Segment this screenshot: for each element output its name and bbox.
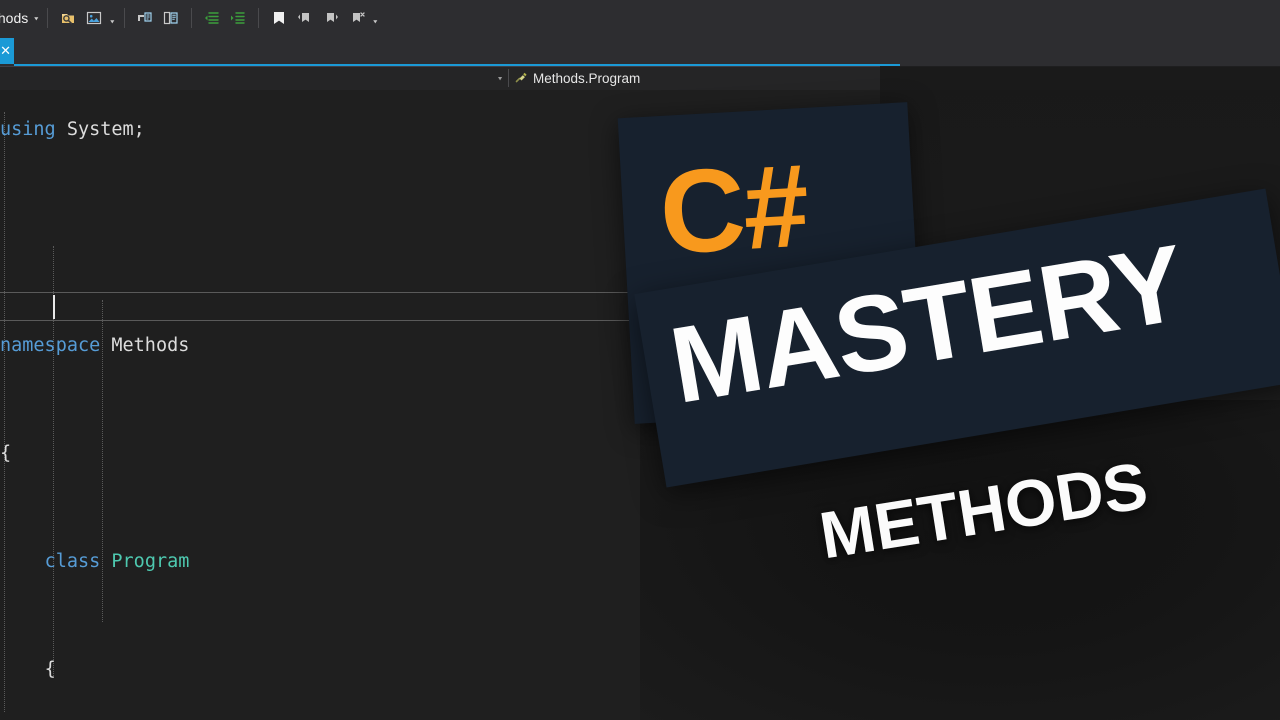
uncomment-icon[interactable] (158, 5, 184, 31)
kw-class: class (44, 551, 101, 572)
prev-bookmark-icon[interactable] (292, 5, 318, 31)
project-scope-combo[interactable]: thods ▾ (0, 10, 40, 26)
punc-brace-open-ns: { (0, 443, 12, 464)
code-line-2-blank (0, 224, 713, 251)
navbar-type-dropdown-caret-icon[interactable]: ▾ (498, 74, 502, 82)
find-in-files-icon[interactable] (55, 5, 81, 31)
tab-active-program-cs[interactable]: ✕ (0, 38, 14, 64)
toolbar-overflow-caret-icon[interactable]: ▾ (370, 8, 380, 29)
code-line-4: { (0, 440, 713, 467)
bookmark-icon[interactable] (266, 5, 292, 31)
text-editor-toolbar: thods ▾ ▾ (0, 0, 1280, 36)
id-class-name: Program (111, 551, 190, 572)
increase-indent-icon[interactable] (225, 5, 251, 31)
tab-close-icon[interactable]: ✕ (0, 43, 11, 59)
navbar-scope-label: Methods.Program (533, 70, 641, 86)
code-line-6: { (0, 656, 713, 683)
kw-namespace: namespace (0, 335, 101, 356)
method-icon (514, 70, 528, 87)
navbar-top-border (0, 66, 1280, 67)
source-code-text: using System; namespace Methods { class … (0, 66, 713, 720)
insert-snippet-icon[interactable] (81, 5, 107, 31)
id-namespace-name: Methods (111, 335, 190, 356)
navigation-bar: ▾ Methods.Program (0, 66, 1280, 90)
decrease-indent-icon[interactable] (199, 5, 225, 31)
id-system: System (66, 119, 134, 140)
chevron-down-icon[interactable]: ▾ (34, 14, 38, 21)
kw-using: using (0, 119, 56, 140)
code-editor-surface[interactable]: using System; namespace Methods { class … (0, 66, 1280, 720)
vs-code-editor-screenshot: thods ▾ ▾ (0, 0, 1280, 720)
snippet-dropdown-caret-icon[interactable]: ▾ (107, 8, 117, 29)
comment-icon[interactable] (132, 5, 158, 31)
navbar-divider (508, 69, 509, 87)
code-line-5: class Program (0, 548, 713, 575)
toolbar-divider-1 (47, 8, 49, 28)
toolbar-divider-2 (124, 8, 126, 28)
document-tab-strip: ✕ (0, 36, 1280, 66)
toolbar-divider-3 (191, 8, 193, 28)
code-line-3: namespace Methods (0, 332, 713, 359)
toolbar-divider-4 (258, 8, 260, 28)
punc-semicolon-1: ; (133, 119, 145, 140)
code-line-1: using System; (0, 116, 713, 143)
project-scope-label: thods (0, 10, 29, 26)
next-bookmark-icon[interactable] (318, 5, 344, 31)
punc-brace-open-class: { (44, 659, 56, 680)
navbar-scope-dropdown[interactable]: Methods.Program (514, 70, 640, 87)
clear-bookmarks-icon[interactable] (344, 5, 370, 31)
